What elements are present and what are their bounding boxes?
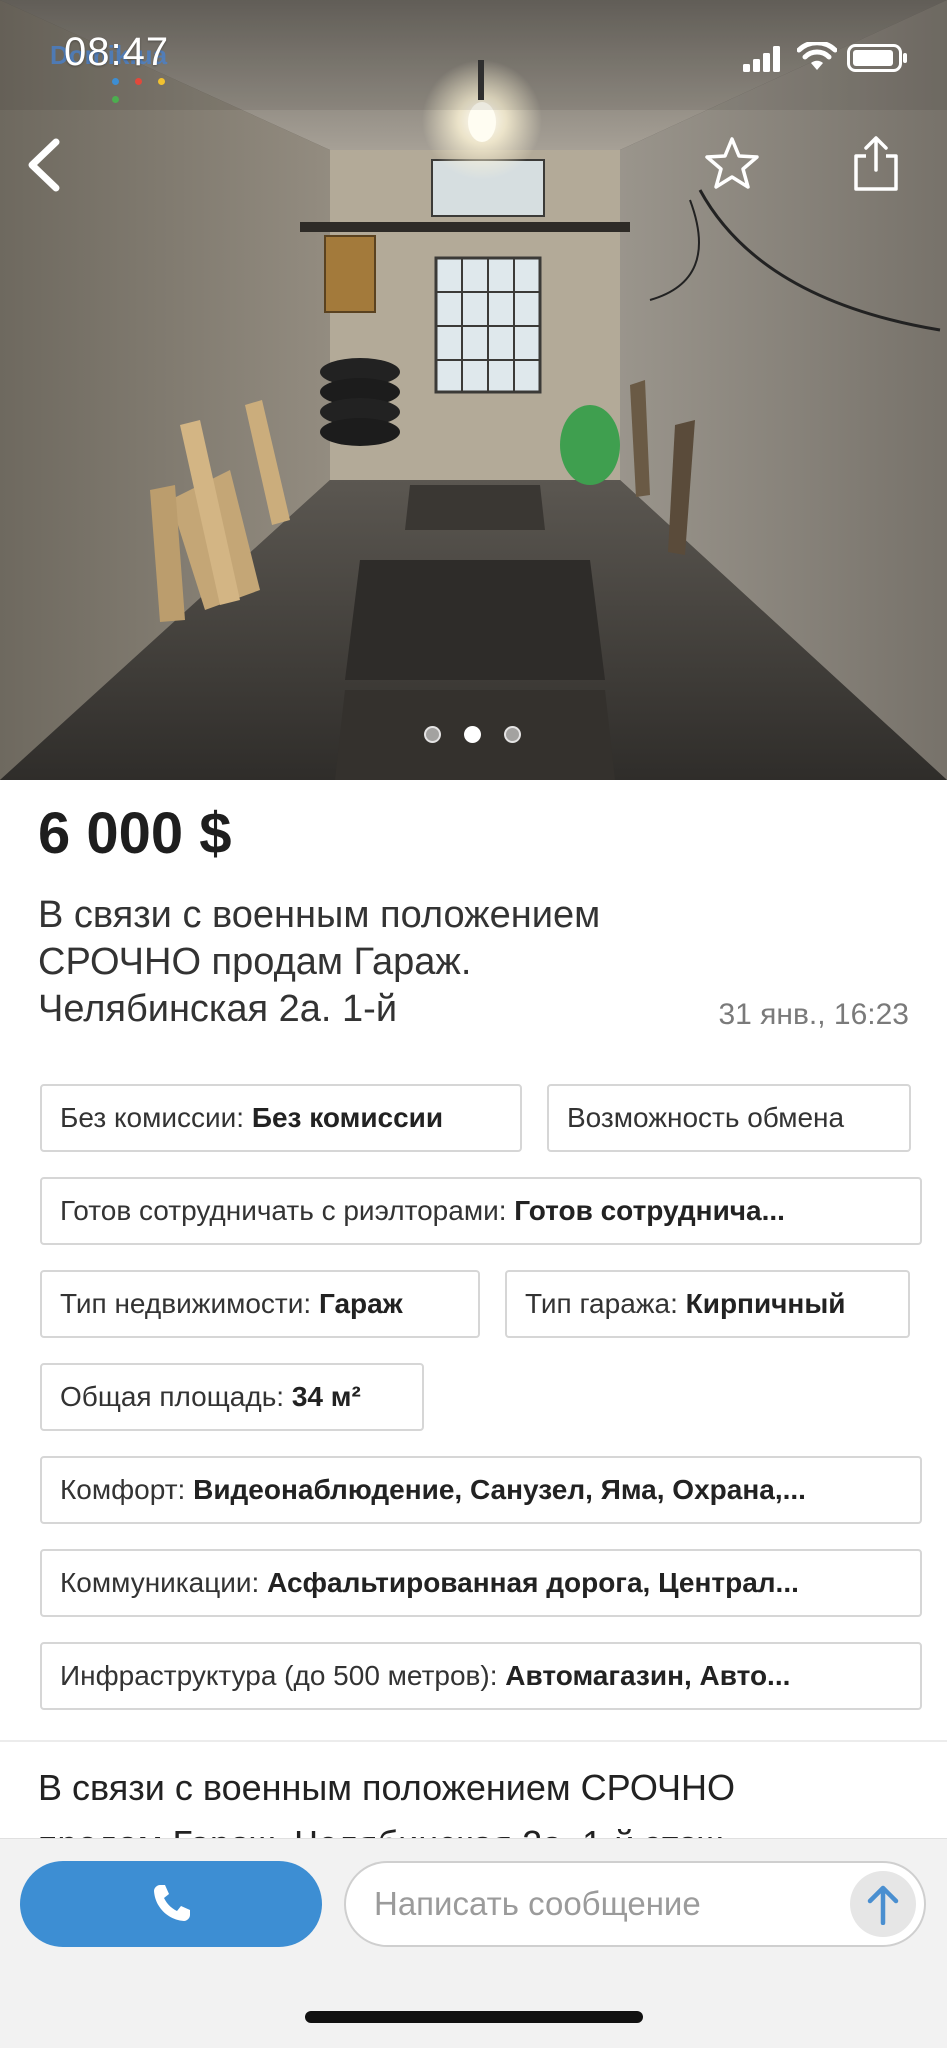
attribute-chip-garage-type[interactable]: Тип гаража: Кирпичный [505, 1270, 910, 1338]
attribute-chip-communications[interactable]: Коммуникации: Асфальтированная дорога, Ц… [40, 1549, 922, 1617]
message-input[interactable]: Написать сообщение [344, 1861, 926, 1947]
attribute-chip-realtors[interactable]: Готов сотрудничать с риэлторами: Готов с… [40, 1177, 922, 1245]
favorite-button[interactable] [702, 134, 762, 194]
attribute-label: Комфорт: [60, 1474, 194, 1505]
contact-bar: Написать сообщение [0, 1838, 947, 2048]
attribute-label: Готов сотрудничать с риэлторами: [60, 1195, 515, 1226]
attribute-label: Без комиссии: [60, 1102, 252, 1133]
attribute-chip-property-type[interactable]: Тип недвижимости: Гараж [40, 1270, 480, 1338]
battery-icon [847, 44, 907, 72]
attribute-value: Без комиссии [251, 1102, 444, 1133]
attribute-value: Кирпичный [685, 1288, 846, 1319]
attribute-value: Готов сотруднича... [514, 1195, 785, 1226]
attribute-value: Гараж [318, 1288, 403, 1319]
gallery-pagination[interactable] [420, 722, 530, 746]
attribute-chip-area[interactable]: Общая площадь: 34 м² [40, 1363, 424, 1431]
status-bar: Domik.ua 08:47 [0, 0, 947, 110]
attribute-label: Возможность обмена [567, 1102, 845, 1133]
attribute-chip-exchange[interactable]: Возможность обмена [547, 1084, 911, 1152]
listing-title-line: СРОЧНО продам Гараж. [38, 941, 472, 983]
listing-price: 6 000 $ [38, 801, 232, 866]
status-time: 08:47 [64, 30, 170, 74]
attribute-chip-comfort[interactable]: Комфорт: Видеонаблюдение, Санузел, Яма, … [40, 1456, 922, 1524]
attribute-value: Видеонаблюдение, Санузел, Яма, Охрана,..… [193, 1474, 806, 1505]
message-placeholder: Написать сообщение [374, 1885, 701, 1922]
listing-photo-gallery[interactable]: Domik.ua 08:47 [0, 0, 947, 780]
home-indicator [305, 2011, 643, 2023]
attribute-value: Автомагазин, Авто... [505, 1660, 791, 1691]
chevron-left-icon [28, 138, 60, 192]
wifi-icon [797, 42, 837, 70]
status-icons [743, 40, 913, 76]
gallery-dot[interactable] [424, 726, 441, 743]
attribute-value: Асфальтированная дорога, Централ... [267, 1567, 799, 1598]
section-divider [0, 1740, 947, 1742]
arrow-up-icon [867, 1885, 899, 1925]
garage-photo [0, 0, 947, 780]
attribute-label: Инфраструктура (до 500 метров): [60, 1660, 506, 1691]
send-button[interactable] [850, 1871, 916, 1937]
attribute-label: Коммуникации: [60, 1567, 268, 1598]
attribute-label: Тип недвижимости: [60, 1288, 319, 1319]
attribute-value: 34 м² [291, 1381, 361, 1412]
gallery-dot-active[interactable] [464, 726, 481, 743]
share-button[interactable] [848, 134, 904, 194]
attribute-label: Общая площадь: [60, 1381, 292, 1412]
listing-title: В связи с военным положением СРОЧНО прод… [38, 892, 678, 1033]
share-icon [854, 136, 898, 191]
cellular-signal-icon [743, 46, 780, 72]
listing-title-line: В связи с военным положением [38, 894, 601, 936]
description-line: В связи с военным положением СРОЧНО [38, 1767, 736, 1808]
phone-icon [154, 1885, 190, 1921]
attribute-label: Тип гаража: [525, 1288, 686, 1319]
listing-date: 31 янв., 16:23 [718, 998, 909, 1031]
attribute-chip-infrastructure[interactable]: Инфраструктура (до 500 метров): Автомага… [40, 1642, 922, 1710]
call-button[interactable] [20, 1861, 322, 1947]
gallery-dot[interactable] [504, 726, 521, 743]
back-button[interactable] [18, 130, 78, 200]
listing-title-line: Челябинская 2а. 1-й [38, 988, 398, 1030]
attribute-chip-commission[interactable]: Без комиссии: Без комиссии [40, 1084, 522, 1152]
star-outline-icon [705, 137, 759, 189]
